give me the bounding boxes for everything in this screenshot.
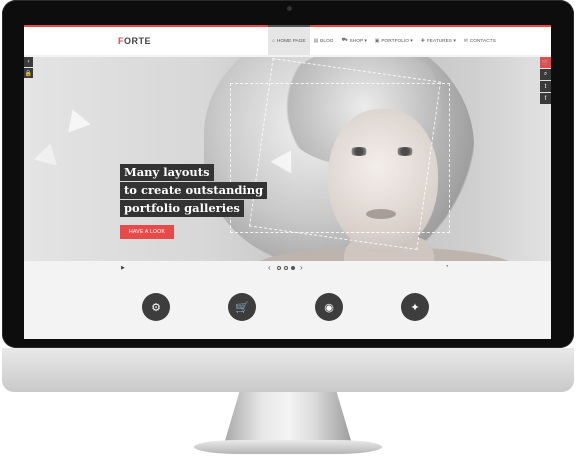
- nav-item-portfolio[interactable]: ▣ PORTFOLIO ▾: [371, 27, 417, 55]
- slider-dot[interactable]: [284, 266, 288, 270]
- features-icon: ✚: [420, 38, 425, 44]
- nav-item-shop[interactable]: ⛟ SHOP ▾: [338, 27, 371, 55]
- facebook-icon[interactable]: f: [540, 93, 551, 104]
- envelope-icon: ✉: [463, 38, 468, 44]
- blog-icon: ▤: [313, 38, 319, 44]
- monitor-base: [194, 440, 382, 454]
- paper-crane: [33, 140, 63, 166]
- nav-item-features[interactable]: ✚ FEATURES ▾: [417, 27, 460, 55]
- slider-dots: [277, 266, 295, 270]
- nav-label: BLOG: [320, 38, 334, 44]
- monitor-chin: [2, 348, 574, 392]
- lock-icon[interactable]: 🔒: [24, 68, 33, 78]
- side-panel-left: ‹ 🔒: [24, 57, 33, 79]
- have-a-look-button[interactable]: HAVE A LOOK: [120, 225, 174, 239]
- loader-icon: ◔: [445, 264, 449, 270]
- logo-text: ORTE: [124, 36, 152, 46]
- camera-icon[interactable]: ◉: [315, 293, 343, 321]
- paper-crane: [61, 105, 91, 133]
- nav-item-blog[interactable]: ▤ BLOG: [310, 27, 338, 55]
- hero-caption-line: to create outstanding: [120, 182, 268, 199]
- slider-controls: ▶ ‹ › ◔: [24, 261, 551, 275]
- nav-label: HOME PAGE: [276, 38, 306, 44]
- next-arrow-icon[interactable]: ›: [300, 263, 303, 272]
- nav-label: PORTFOLIO ▾: [381, 38, 413, 44]
- site-logo[interactable]: FORTE: [118, 36, 151, 46]
- slider-dot-active[interactable]: [291, 266, 295, 270]
- nav-item-contacts[interactable]: ✉ CONTACTS: [460, 27, 500, 55]
- monitor-stand: [224, 392, 352, 444]
- home-icon: ⌂: [272, 38, 275, 44]
- prev-arrow-icon[interactable]: ‹: [268, 263, 271, 272]
- website-screen: FORTE ⌂ HOME PAGE ▤ BLOG ⛟ SHOP ▾ ▣ PORTFOLI…: [24, 25, 551, 339]
- magic-wand-icon[interactable]: ✦: [401, 293, 429, 321]
- side-panel-right: 🛒 ⌕ t f: [540, 57, 551, 105]
- monitor-mockup: FORTE ⌂ HOME PAGE ▤ BLOG ⛟ SHOP ▾ ▣ PORTFOLI…: [0, 0, 576, 462]
- play-icon[interactable]: ▶: [121, 265, 125, 271]
- nav-label: CONTACTS: [469, 38, 496, 44]
- camera-icon: [287, 6, 292, 11]
- site-header: FORTE ⌂ HOME PAGE ▤ BLOG ⛟ SHOP ▾ ▣ PORTFOLI…: [24, 25, 551, 55]
- cart-icon[interactable]: 🛒: [540, 57, 551, 68]
- hero-caption-line: Many layouts: [120, 164, 214, 181]
- main-nav: ⌂ HOME PAGE ▤ BLOG ⛟ SHOP ▾ ▣ PORTFOLIO ▾ ✚ F…: [268, 25, 500, 55]
- hero-caption-line: portfolio galleries: [120, 200, 244, 217]
- features-row: ⚙ 🛒 ◉ ✦: [24, 275, 551, 339]
- collapse-icon[interactable]: ‹: [24, 57, 33, 67]
- gears-icon[interactable]: ⚙: [142, 293, 170, 321]
- nav-item-home-page[interactable]: ⌂ HOME PAGE: [268, 25, 310, 55]
- slider-dot[interactable]: [277, 266, 281, 270]
- hero-slider: Many layouts to create outstanding portf…: [24, 57, 551, 261]
- twitter-icon[interactable]: t: [540, 81, 551, 92]
- nav-label: SHOP ▾: [349, 38, 367, 44]
- cart-icon: ⛟: [341, 38, 348, 43]
- portfolio-icon: ▣: [374, 38, 380, 44]
- search-icon[interactable]: ⌕: [540, 69, 551, 80]
- nav-label: FEATURES ▾: [426, 38, 456, 44]
- cart-icon[interactable]: 🛒: [228, 293, 256, 321]
